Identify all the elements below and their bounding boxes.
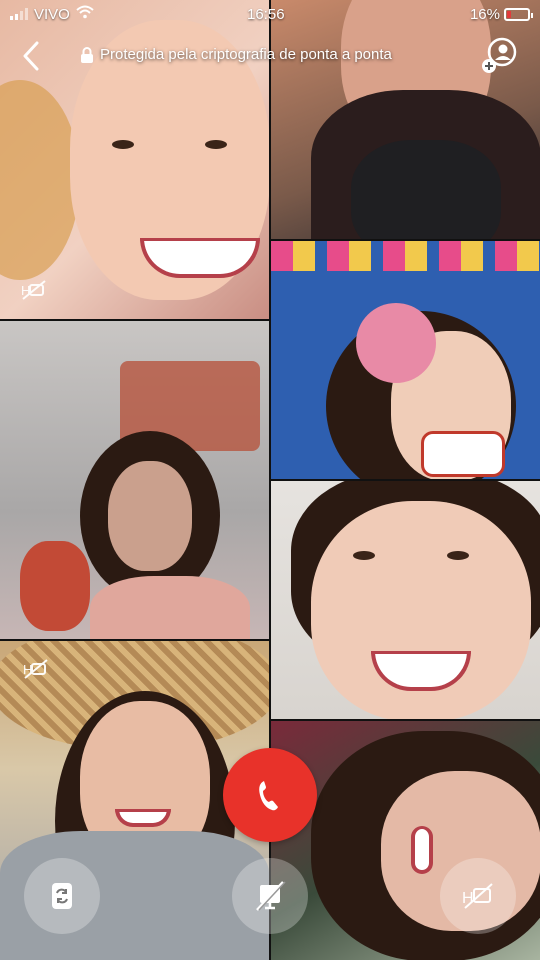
- wifi-icon: [76, 5, 94, 23]
- signal-icon: [10, 8, 28, 20]
- call-header: Protegida pela criptografia de ponta a p…: [0, 34, 540, 78]
- participant-shirt: [90, 576, 250, 639]
- video-toggle-button[interactable]: [232, 858, 308, 934]
- paper-teeth-mask: [421, 431, 505, 477]
- participant-video-5[interactable]: [271, 481, 540, 719]
- hair-flower: [356, 303, 436, 383]
- clock: 16:56: [247, 5, 285, 23]
- status-bar: VIVO 16:56 16%: [0, 0, 540, 28]
- participant-video-3[interactable]: [271, 241, 540, 479]
- carrier-name: VIVO: [34, 5, 70, 23]
- mic-off-icon: H: [462, 883, 493, 909]
- participant-video-4[interactable]: [0, 321, 269, 639]
- participant-eye: [353, 551, 375, 560]
- battery-icon: [504, 7, 533, 21]
- participant-mouth: [411, 826, 433, 874]
- lock-icon: [81, 46, 93, 63]
- chevron-left-icon: [23, 41, 39, 71]
- phone-hangup-icon: [259, 781, 278, 811]
- participant-mouth: [140, 238, 260, 278]
- add-participant-button[interactable]: [478, 34, 522, 78]
- participant-eye: [112, 140, 134, 149]
- switch-camera-button[interactable]: [24, 858, 100, 934]
- back-button[interactable]: [14, 34, 48, 78]
- encryption-notice: Protegida pela criptografia de ponta a p…: [80, 46, 392, 63]
- encryption-text: Protegida pela criptografia de ponta a p…: [100, 46, 392, 63]
- camera-switch-icon: [52, 883, 72, 909]
- video-off-icon: H: [16, 276, 50, 304]
- participant-face: [108, 461, 192, 571]
- participant-shirt: [351, 140, 501, 239]
- video-off-icon: [256, 881, 286, 911]
- video-off-icon: H: [18, 655, 52, 683]
- end-call-button[interactable]: [223, 748, 317, 842]
- add-participant-icon: [482, 37, 517, 73]
- mute-button[interactable]: H: [440, 858, 516, 934]
- battery-percent: 16%: [469, 5, 500, 23]
- participant-eye: [447, 551, 469, 560]
- bunting-decoration: [271, 241, 540, 271]
- battery-level: [507, 10, 511, 18]
- doll: [20, 541, 90, 631]
- participant-eye: [205, 140, 227, 149]
- background-decoration: [0, 80, 80, 280]
